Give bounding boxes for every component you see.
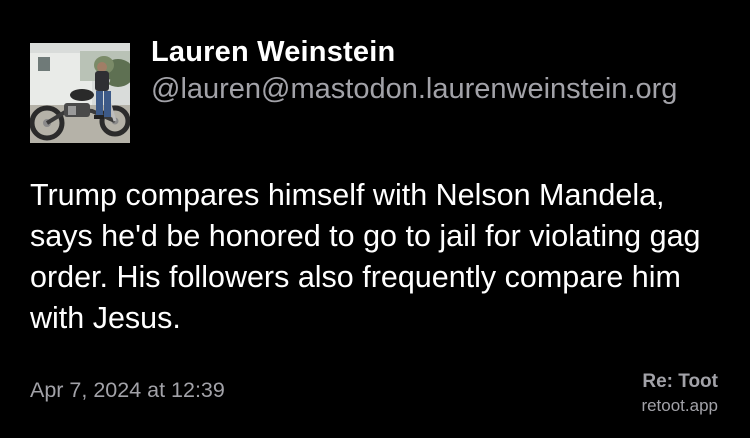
post-timestamp: Apr 7, 2024 at 12:39 <box>30 378 225 402</box>
author-info: Lauren Weinstein @lauren@mastodon.lauren… <box>151 33 741 107</box>
author-display-name[interactable]: Lauren Weinstein <box>151 33 741 71</box>
app-branding: Re: Toot retoot.app <box>641 370 718 418</box>
author-handle[interactable]: @lauren@mastodon.laurenweinstein.org <box>151 71 739 107</box>
brand-url: retoot.app <box>641 396 718 415</box>
post-card: Lauren Weinstein @lauren@mastodon.lauren… <box>0 0 750 438</box>
brand-name: Re: Toot <box>642 371 718 392</box>
author-avatar[interactable] <box>30 43 130 143</box>
post-text: Trump compares himself with Nelson Mande… <box>30 178 701 335</box>
motorcycle-rider-photo-icon <box>30 43 130 143</box>
